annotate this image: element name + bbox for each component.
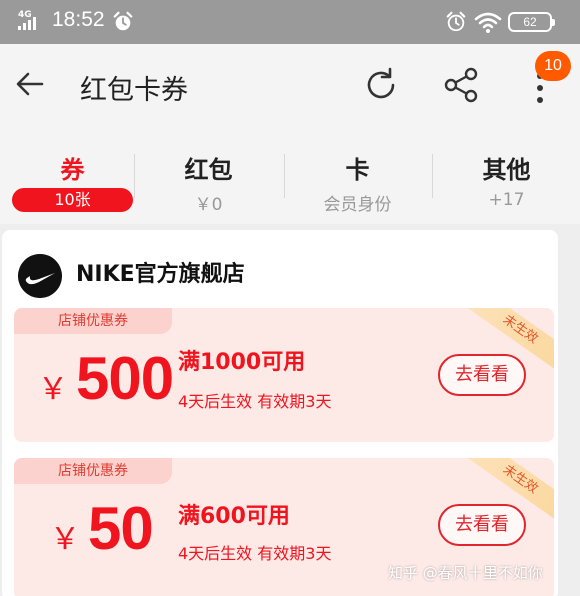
- tab-sub: +17: [488, 190, 525, 210]
- coupon-type-tag: 店铺优惠券: [14, 308, 172, 334]
- tab-red-packets[interactable]: 红包 ￥0: [136, 124, 281, 224]
- tab-label: 红包: [184, 156, 233, 184]
- tab-divider: [432, 154, 433, 198]
- tab-label: 其他: [482, 156, 531, 184]
- store-card: NIKE官方旗舰店 店铺优惠券 未生效 ￥ 500 满1000可用 4天后生效 …: [2, 230, 558, 596]
- currency-symbol: ￥: [38, 373, 68, 406]
- clock-time: 18:52: [52, 8, 105, 31]
- coupon-validity: 4天后生效 有效期3天: [178, 544, 332, 563]
- refresh-icon[interactable]: [362, 66, 400, 104]
- tab-other[interactable]: 其他 +17: [434, 124, 579, 224]
- tab-count-pill: 10张: [12, 188, 133, 212]
- view-button[interactable]: 去看看: [438, 504, 526, 546]
- coupon-value: ￥ 500: [38, 344, 174, 414]
- store-name[interactable]: NIKE官方旗舰店: [76, 256, 245, 288]
- currency-symbol: ￥: [50, 523, 80, 556]
- coupon-card[interactable]: 店铺优惠券 未生效 ￥ 500 满1000可用 4天后生效 有效期3天 去看看: [14, 308, 554, 442]
- wifi-icon: [474, 12, 502, 33]
- coupon-condition: 满600可用: [178, 504, 290, 529]
- tab-sub: 会员身份: [323, 195, 392, 215]
- nav-bar: 红包卡券 10: [0, 44, 580, 124]
- tab-coupons[interactable]: 券 10张: [0, 124, 145, 224]
- status-bar: 4G 18:52 62: [0, 0, 580, 44]
- coupon-value: ￥ 50: [50, 494, 154, 564]
- watermark: 知乎 @春风十里不如你: [388, 564, 543, 582]
- coupon-amount: 50: [88, 495, 154, 562]
- coupon-type-tag: 店铺优惠券: [14, 458, 172, 484]
- coupon-list: NIKE官方旗舰店 店铺优惠券 未生效 ￥ 500 满1000可用 4天后生效 …: [0, 224, 580, 596]
- notification-badge: 10: [535, 51, 571, 81]
- alarm-icon: [446, 11, 466, 32]
- coupon-amount: 500: [76, 345, 174, 412]
- coupon-condition: 满1000可用: [178, 350, 306, 375]
- alarm-clock-icon: [113, 11, 133, 31]
- tab-label: 券: [60, 156, 85, 184]
- signal-icon: 4G: [16, 10, 40, 32]
- category-tabs: 券 10张 红包 ￥0 卡 会员身份 其他 +17: [0, 124, 580, 224]
- nike-swoosh-icon[interactable]: [18, 254, 62, 298]
- tab-label: 卡: [345, 156, 370, 184]
- battery-indicator: 62: [508, 12, 555, 32]
- tab-divider: [134, 154, 135, 198]
- page-title: 红包卡券: [80, 75, 188, 106]
- tab-sub: ￥0: [194, 195, 223, 215]
- back-arrow-icon[interactable]: [14, 68, 46, 100]
- view-button[interactable]: 去看看: [438, 354, 526, 396]
- coupon-validity: 4天后生效 有效期3天: [178, 392, 332, 411]
- tab-cards[interactable]: 卡 会员身份: [285, 124, 430, 224]
- share-icon[interactable]: [442, 66, 480, 104]
